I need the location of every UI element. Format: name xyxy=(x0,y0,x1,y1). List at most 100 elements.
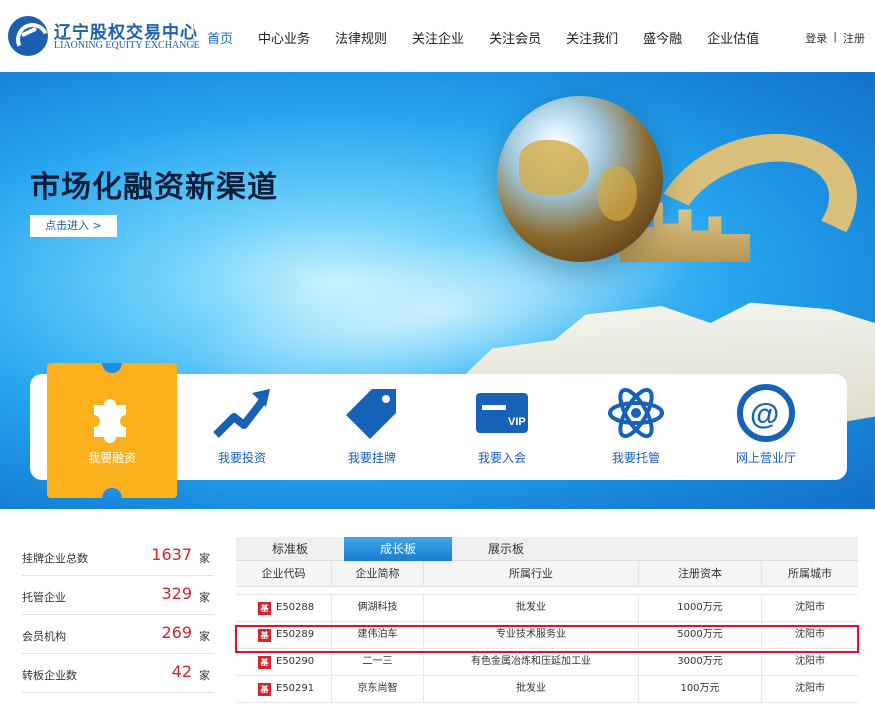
company-capital: 5000万元 xyxy=(639,622,762,648)
company-city: 沈阳市 xyxy=(795,656,825,667)
company-code: E50290 xyxy=(276,656,315,667)
stat-unit: 家 xyxy=(199,591,210,604)
company-capital: 100万元 xyxy=(639,676,762,702)
code-cell: 基 E50290 xyxy=(236,649,332,675)
quick-action-listing[interactable]: 我要挂牌 xyxy=(322,383,422,473)
quick-action-membership[interactable]: VIP 我要入会 xyxy=(452,383,552,473)
nav-item-members[interactable]: 关注会员 xyxy=(489,28,541,48)
table-row[interactable]: 基 E50290 二一三 有色金属冶炼和压延加工业 3000万元 沈阳市 xyxy=(236,649,858,676)
company-badge-icon: 基 xyxy=(258,628,271,642)
column-header: 企业简称 xyxy=(332,561,424,586)
stat-label: 转板企业数 xyxy=(22,669,77,682)
company-city: 沈阳市 xyxy=(795,629,825,640)
at-sign-icon: @ xyxy=(736,383,796,443)
company-city: 沈阳市 xyxy=(795,602,825,613)
stat-unit: 家 xyxy=(199,552,210,565)
quick-action-label: 我要入会 xyxy=(477,451,526,465)
board-tabs: 标准板 成长板 展示板 xyxy=(236,537,858,561)
company-badge-icon: 基 xyxy=(258,601,271,615)
code-cell: 基 E50288 xyxy=(236,595,332,621)
tab-standard-board[interactable]: 标准板 xyxy=(236,537,344,561)
table-spacer xyxy=(236,587,858,595)
market-stats: 挂牌企业总数 1637 家 托管企业 329 家 会员机构 269 家 转板企业… xyxy=(22,537,214,693)
auth-links: 登录 | 注册 xyxy=(805,30,865,46)
logo-english-name: LIAONING EQUITY EXCHANGE xyxy=(54,40,200,51)
site-logo[interactable]: 辽宁股权交易中心 LIAONING EQUITY EXCHANGE xyxy=(8,14,200,58)
quick-action-custody[interactable]: 我要托管 xyxy=(586,383,686,473)
stat-value: 329 xyxy=(161,584,192,603)
company-code: E50291 xyxy=(276,683,315,694)
quick-action-label: 网上营业厅 xyxy=(735,451,796,465)
table-row[interactable]: 基 E50288 俩湖科技 批发业 1000万元 沈阳市 xyxy=(236,595,858,622)
column-header: 注册资本 xyxy=(639,561,762,586)
puzzle-icon xyxy=(82,383,142,443)
company-capital: 1000万元 xyxy=(639,595,762,621)
atom-icon xyxy=(606,383,666,443)
nav-item-home[interactable]: 首页 xyxy=(207,28,233,48)
nav-item-about[interactable]: 关注我们 xyxy=(566,28,618,48)
company-badge-icon: 基 xyxy=(258,682,271,696)
tab-display-board[interactable]: 展示板 xyxy=(452,537,560,561)
nav-item-rules[interactable]: 法律规则 xyxy=(335,28,387,48)
stat-label: 挂牌企业总数 xyxy=(22,552,88,565)
company-industry: 有色金属冶炼和压延加工业 xyxy=(424,649,639,675)
company-name[interactable]: 二一三 xyxy=(332,649,424,675)
table-row[interactable]: 基 E50291 京东尚智 批发业 100万元 沈阳市 xyxy=(236,676,858,703)
trend-arrow-icon xyxy=(212,383,272,443)
nav-item-companies[interactable]: 关注企业 xyxy=(412,28,464,48)
company-city: 沈阳市 xyxy=(795,683,825,694)
stat-row-members: 会员机构 269 家 xyxy=(22,615,214,654)
quick-action-label: 我要投资 xyxy=(217,451,266,465)
stat-row-custody: 托管企业 329 家 xyxy=(22,576,214,615)
column-header: 企业代码 xyxy=(236,561,332,586)
tag-icon xyxy=(342,383,402,443)
company-industry: 批发业 xyxy=(424,595,639,621)
stat-label: 托管企业 xyxy=(22,591,66,604)
nav-item-valuation[interactable]: 企业估值 xyxy=(707,28,759,48)
table-row[interactable]: 基 E50289 建伟泊车 专业技术服务业 5000万元 沈阳市 xyxy=(236,622,858,649)
code-cell: 基 E50291 xyxy=(236,676,332,702)
company-code: E50288 xyxy=(276,602,315,613)
quick-action-label: 我要融资 xyxy=(87,451,136,465)
company-name[interactable]: 京东尚智 xyxy=(332,676,424,702)
stat-value: 1637 xyxy=(151,545,192,564)
stat-value: 269 xyxy=(161,623,192,642)
nav-item-shengjinrong[interactable]: 盛今融 xyxy=(643,28,682,48)
hero-banner: 市场化融资新渠道 点击进入 > 我要融资 我要投资 我要挂牌 VIP 我要入会 … xyxy=(0,72,875,509)
vip-card-icon: VIP xyxy=(472,383,532,443)
stat-row-listed: 挂牌企业总数 1637 家 xyxy=(22,537,214,576)
quick-action-financing[interactable]: 我要融资 xyxy=(62,383,162,473)
enter-button[interactable]: 点击进入 > xyxy=(30,215,117,237)
nav-item-services[interactable]: 中心业务 xyxy=(258,28,310,48)
register-link[interactable]: 注册 xyxy=(843,30,865,46)
stat-label: 会员机构 xyxy=(22,630,66,643)
logo-emblem-icon xyxy=(8,16,48,56)
table-header: 企业代码 企业简称 所属行业 注册资本 所属城市 xyxy=(236,561,858,587)
site-header: 辽宁股权交易中心 LIAONING EQUITY EXCHANGE 首页 中心业… xyxy=(0,0,875,72)
header-divider xyxy=(193,24,194,48)
code-cell: 基 E50289 xyxy=(236,622,332,648)
column-header: 所属城市 xyxy=(788,567,832,580)
tab-growth-board[interactable]: 成长板 xyxy=(344,537,452,561)
hero-title: 市场化融资新渠道 xyxy=(30,170,278,205)
auth-separator: | xyxy=(833,30,837,43)
main-nav: 首页 中心业务 法律规则 关注企业 关注会员 关注我们 盛今融 企业估值 xyxy=(207,28,784,48)
quick-action-online-hall[interactable]: @ 网上营业厅 xyxy=(716,383,816,473)
company-code: E50289 xyxy=(276,629,315,640)
quick-action-label: 我要托管 xyxy=(611,451,660,465)
quick-action-invest[interactable]: 我要投资 xyxy=(192,383,292,473)
stat-value: 42 xyxy=(171,662,192,681)
company-capital: 3000万元 xyxy=(639,649,762,675)
company-industry: 批发业 xyxy=(424,676,639,702)
svg-text:VIP: VIP xyxy=(508,416,526,428)
company-name[interactable]: 建伟泊车 xyxy=(332,622,424,648)
stat-unit: 家 xyxy=(199,630,210,643)
company-industry: 专业技术服务业 xyxy=(424,622,639,648)
stat-row-transfer: 转板企业数 42 家 xyxy=(22,654,214,693)
company-name[interactable]: 俩湖科技 xyxy=(332,595,424,621)
login-link[interactable]: 登录 xyxy=(805,30,827,46)
listed-companies-table: 标准板 成长板 展示板 企业代码 企业简称 所属行业 注册资本 所属城市 基 E… xyxy=(236,537,858,703)
svg-text:@: @ xyxy=(750,398,779,431)
column-header: 所属行业 xyxy=(424,561,639,586)
company-badge-icon: 基 xyxy=(258,655,271,669)
